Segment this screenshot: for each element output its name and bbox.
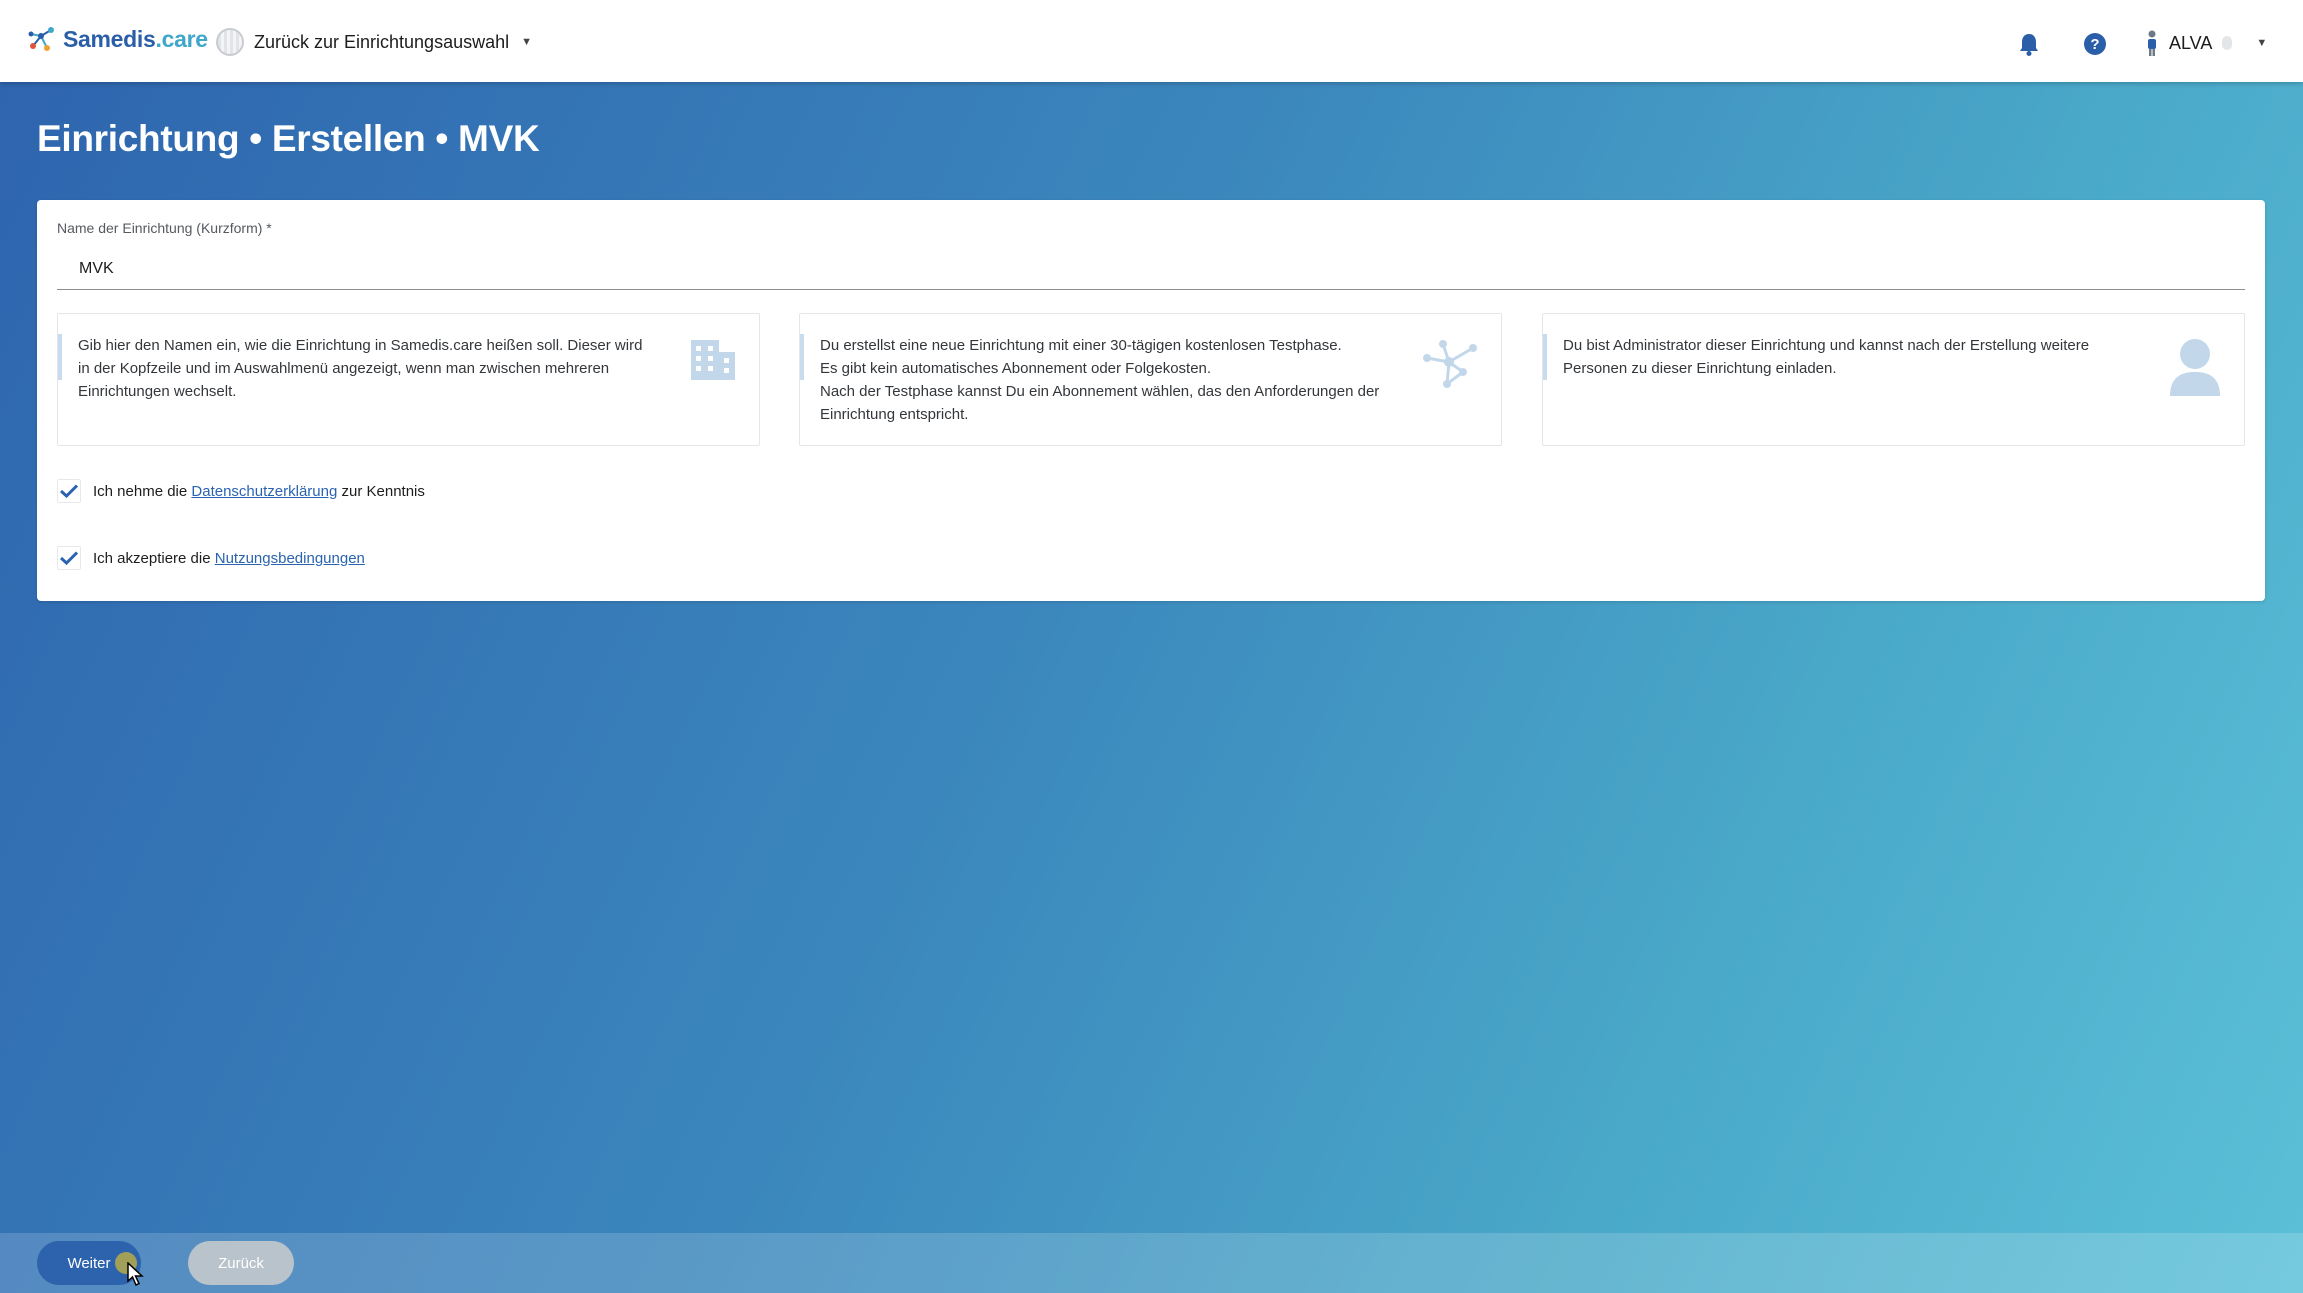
user-menu[interactable]: ALVA ▼ — [2145, 30, 2267, 56]
samedis-logo[interactable]: Samedis.care — [27, 24, 208, 54]
terms-row: Ich akzeptiere die Nutzungsbedingungen — [57, 546, 365, 570]
terms-checkbox[interactable] — [57, 546, 81, 570]
user-status-icon — [2222, 36, 2233, 50]
chevron-down-icon: ▼ — [2256, 37, 2268, 49]
tenant-switch-label: Zurück zur Einrichtungsauswahl — [254, 31, 510, 52]
privacy-policy-link[interactable]: Datenschutzerklärung — [191, 483, 337, 500]
help-circle-icon[interactable]: ? — [2083, 32, 2107, 56]
info-box-name: Gib hier den Namen ein, wie die Einricht… — [57, 313, 760, 446]
page-title: Einrichtung • Erstellen • MVK — [37, 118, 540, 159]
privacy-text-after: zur Kenntnis — [341, 482, 425, 500]
tenant-logo-icon — [216, 28, 244, 56]
privacy-text-before: Ich nehme die — [93, 482, 188, 500]
privacy-text: Ich nehme die Datenschutzerklärung zur K… — [93, 483, 425, 500]
info-trial-line-3: Nach der Testphase kannst Du ein Abonnem… — [820, 383, 1380, 423]
top-bar: Samedis.care Zurück zur Einrichtungsausw… — [0, 0, 2303, 82]
terms-text-before: Ich akzeptiere die — [93, 549, 211, 567]
info-box-admin: Du bist Administrator dieser Einrichtung… — [1542, 313, 2245, 446]
user-name: ALVA — [2169, 32, 2213, 53]
bell-icon[interactable] — [2017, 32, 2041, 56]
person-icon — [2168, 338, 2222, 403]
facility-name-input[interactable] — [57, 248, 2245, 290]
info-text-trial: Du erstellst eine neue Einrichtung mit e… — [820, 334, 1400, 426]
info-trial-line-1: Du erstellst eine neue Einrichtung mit e… — [820, 337, 1342, 354]
create-facility-card: Name der Einrichtung (Kurzform) * Gib hi… — [37, 200, 2265, 601]
info-accent-bar — [58, 334, 62, 380]
back-button[interactable]: Zurück — [188, 1241, 294, 1285]
chevron-down-icon: ▼ — [521, 36, 533, 48]
info-trial-line-2: Es gibt kein automatisches Abonnement od… — [820, 360, 1212, 377]
checkmark-icon — [60, 484, 78, 498]
svg-text:?: ? — [2090, 36, 2099, 53]
network-icon — [1419, 338, 1479, 395]
logo-network-icon — [28, 27, 54, 51]
action-footer — [0, 1233, 2303, 1293]
mouse-cursor-icon — [127, 1262, 144, 1286]
info-box-trial: Du erstellst eine neue Einrichtung mit e… — [799, 313, 1502, 446]
building-icon — [689, 338, 737, 387]
privacy-row: Ich nehme die Datenschutzerklärung zur K… — [57, 479, 425, 503]
privacy-checkbox[interactable] — [57, 479, 81, 503]
info-text-name: Gib hier den Namen ein, wie die Einricht… — [78, 337, 643, 400]
facility-name-label: Name der Einrichtung (Kurzform) * — [57, 220, 272, 236]
tenant-switch-dropdown[interactable]: Zurück zur Einrichtungsauswahl ▼ — [216, 28, 532, 56]
checkmark-icon — [60, 551, 78, 565]
terms-of-use-link[interactable]: Nutzungsbedingungen — [215, 550, 365, 567]
user-figure-icon — [2148, 30, 2156, 56]
info-accent-bar — [1543, 334, 1547, 380]
logo-text: Samedis.care — [63, 25, 208, 52]
info-text-admin: Du bist Administrator dieser Einrichtung… — [1563, 337, 2090, 377]
info-accent-bar — [800, 334, 804, 380]
terms-text: Ich akzeptiere die Nutzungsbedingungen — [93, 550, 365, 567]
